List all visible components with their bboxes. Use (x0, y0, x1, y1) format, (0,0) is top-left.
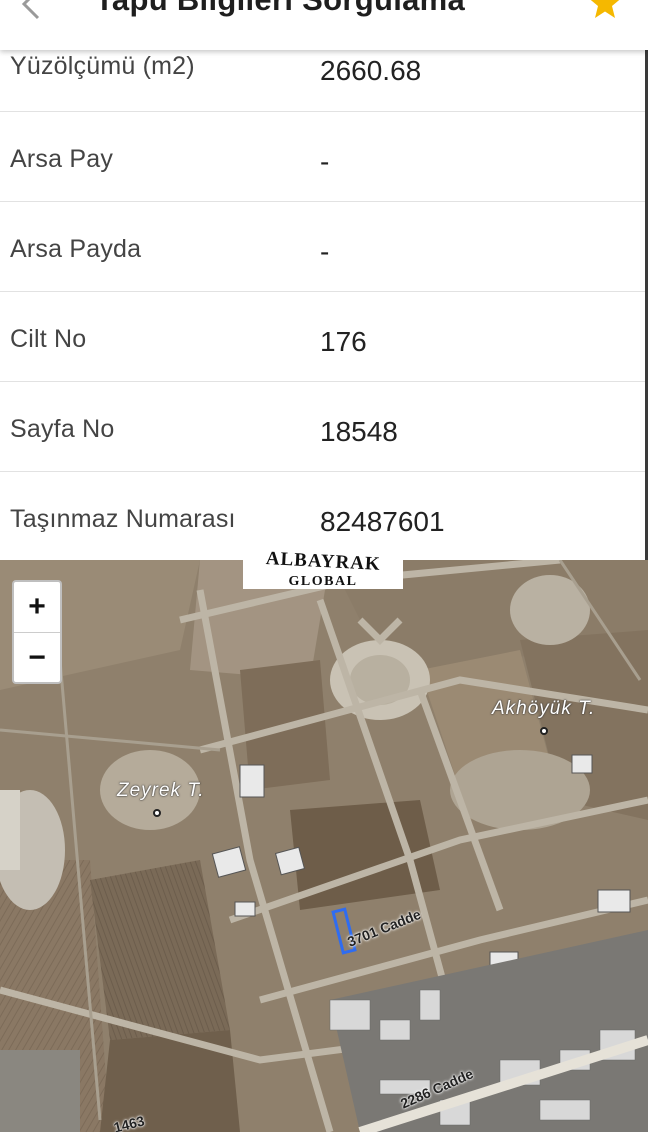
watermark-logo: ALBAYRAK GLOBAL (243, 547, 403, 589)
share-label: Arsa Pay (10, 145, 114, 173)
zoom-control: + − (12, 580, 62, 684)
satellite-map[interactable]: + − Akhöyük T. Zeyrek T. 3701 Cadde 2286… (0, 560, 648, 1132)
property-number-label: Taşınmaz Numarası (10, 505, 236, 533)
property-number-value: 82487601 (320, 506, 445, 537)
volume-value: 176 (320, 326, 367, 357)
area-value: 2660.68 (320, 55, 422, 86)
page-title: Tapu Bilgileri Sorgulama (95, 0, 465, 18)
property-info-list: Yüzölçümü (m2) 2660.68 Arsa Pay - Arsa P… (0, 22, 645, 562)
star-icon[interactable] (588, 0, 622, 20)
zoom-in-button[interactable]: + (14, 582, 60, 633)
zoom-out-button[interactable]: − (14, 633, 60, 683)
place-label-akhoyuk: Akhöyük T. (492, 698, 596, 719)
page-no-value: 18548 (320, 416, 398, 447)
volume-label: Cilt No (10, 325, 87, 353)
page-no-label: Sayfa No (10, 415, 115, 443)
share-denominator-label: Arsa Payda (10, 235, 142, 263)
place-label-zeyrek: Zeyrek T. (117, 780, 205, 801)
watermark-line2: GLOBAL (289, 574, 358, 589)
app-header: Tapu Bilgileri Sorgulama (0, 0, 648, 50)
info-row-volume: Cilt No 176 (0, 292, 645, 382)
info-row-share-denominator: Arsa Payda - (0, 202, 645, 292)
place-marker-akhoyuk (540, 727, 548, 735)
place-marker-zeyrek (153, 809, 161, 817)
share-denominator-value: - (320, 236, 330, 267)
area-label: Yüzölçümü (m2) (10, 52, 195, 80)
info-row-share: Arsa Pay - (0, 112, 645, 202)
map-imagery (0, 560, 648, 1132)
info-row-page: Sayfa No 18548 (0, 382, 645, 472)
share-value: - (320, 146, 330, 177)
back-arrow-icon[interactable] (14, 0, 50, 20)
